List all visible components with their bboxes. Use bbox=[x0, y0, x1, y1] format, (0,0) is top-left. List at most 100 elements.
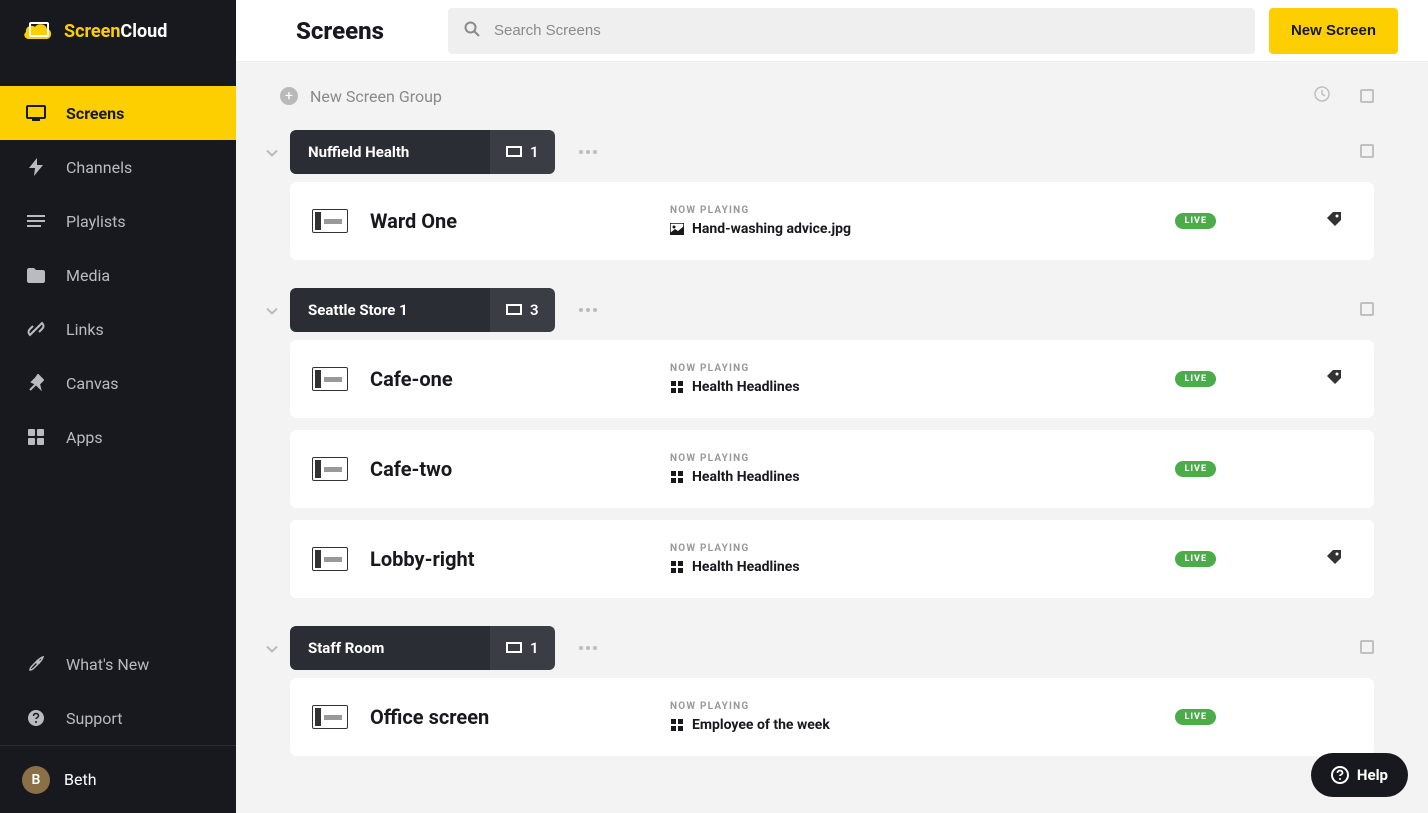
group-name: Seattle Store 1 bbox=[290, 288, 490, 332]
sidebar-item-label: Channels bbox=[66, 158, 132, 177]
sidebar-item-channels[interactable]: Channels bbox=[0, 140, 236, 194]
chevron-down-icon[interactable] bbox=[266, 301, 278, 320]
clock-icon[interactable] bbox=[1314, 86, 1330, 106]
new-screen-group-button[interactable]: + New Screen Group bbox=[280, 87, 442, 106]
sidebar-item-label: Media bbox=[66, 266, 110, 285]
now-playing: NOW PLAYINGHealth Headlines bbox=[670, 453, 1175, 485]
screen-name: Ward One bbox=[370, 209, 670, 233]
chevron-down-icon[interactable] bbox=[266, 639, 278, 658]
sidebar-item-apps[interactable]: Apps bbox=[0, 410, 236, 464]
now-playing: NOW PLAYINGHealth Headlines bbox=[670, 363, 1175, 395]
group-header-row: Seattle Store 13 bbox=[290, 288, 1374, 332]
sidebar-item-playlists[interactable]: Playlists bbox=[0, 194, 236, 248]
new-group-label: New Screen Group bbox=[310, 87, 442, 106]
screen-group: Seattle Store 13Cafe-oneNOW PLAYINGHealt… bbox=[290, 288, 1374, 598]
now-playing-label: NOW PLAYING bbox=[670, 363, 1175, 374]
new-group-row: + New Screen Group bbox=[290, 86, 1374, 106]
screen-row[interactable]: Ward OneNOW PLAYINGHand-washing advice.j… bbox=[290, 182, 1374, 260]
sidebar-item-label: Apps bbox=[66, 428, 103, 447]
screen-thumbnail bbox=[312, 457, 348, 481]
sidebar-item-label: Canvas bbox=[66, 374, 119, 393]
live-badge: LIVE bbox=[1175, 213, 1216, 229]
content-type-icon bbox=[670, 380, 684, 394]
help-label: Help bbox=[1357, 766, 1388, 784]
screen-row[interactable]: Lobby-rightNOW PLAYING Health HeadlinesLI… bbox=[290, 520, 1374, 598]
screen-row[interactable]: Office screenNOW PLAYING Employee of the … bbox=[290, 678, 1374, 756]
now-playing-value: Employee of the week bbox=[670, 717, 1175, 733]
screen-row[interactable]: Cafe-oneNOW PLAYINGHealth HeadlinesLIVE bbox=[290, 340, 1374, 418]
group-more-button[interactable] bbox=[579, 150, 597, 154]
sidebar-item-screens[interactable]: Screens bbox=[0, 86, 236, 140]
question-icon bbox=[25, 709, 47, 727]
user-name: Beth bbox=[64, 770, 97, 789]
now-playing-label: NOW PLAYING bbox=[670, 205, 1175, 216]
link-icon bbox=[25, 320, 47, 338]
screen-name: Cafe-one bbox=[370, 367, 670, 391]
screen-thumbnail bbox=[312, 547, 348, 571]
live-badge: LIVE bbox=[1175, 709, 1216, 725]
now-playing-label: NOW PLAYING bbox=[670, 543, 1175, 554]
pin-icon bbox=[25, 374, 47, 392]
group-select-checkbox[interactable] bbox=[1360, 143, 1374, 162]
main: Screens New Screen + New Screen Group Nu… bbox=[236, 0, 1428, 813]
group-more-button[interactable] bbox=[579, 646, 597, 650]
sidebar-item-media[interactable]: Media bbox=[0, 248, 236, 302]
sidebar-item-support[interactable]: Support bbox=[0, 691, 236, 745]
group-select-checkbox[interactable] bbox=[1360, 639, 1374, 658]
content-type-icon bbox=[670, 560, 684, 574]
group-screen-count: 3 bbox=[490, 288, 555, 332]
select-all-checkbox[interactable] bbox=[1360, 89, 1374, 103]
chevron-down-icon[interactable] bbox=[266, 143, 278, 162]
group-name: Nuffield Health bbox=[290, 130, 490, 174]
plus-icon: + bbox=[280, 87, 298, 105]
sidebar-item-what-s-new[interactable]: What's New bbox=[0, 637, 236, 691]
folder-icon bbox=[25, 268, 47, 283]
user-menu[interactable]: B Beth bbox=[0, 745, 236, 813]
content-type-icon bbox=[670, 470, 684, 484]
group-header-row: Nuffield Health1 bbox=[290, 130, 1374, 174]
screen-thumbnail bbox=[312, 209, 348, 233]
screen-icon bbox=[25, 105, 47, 121]
live-badge: LIVE bbox=[1175, 461, 1216, 477]
content-type-icon bbox=[670, 222, 684, 236]
now-playing: NOW PLAYING Health Headlines bbox=[670, 543, 1175, 575]
group-header[interactable]: Nuffield Health1 bbox=[290, 130, 555, 174]
live-badge: LIVE bbox=[1175, 551, 1216, 567]
search-input[interactable] bbox=[448, 8, 1255, 54]
list-header-icons bbox=[1314, 86, 1374, 106]
now-playing: NOW PLAYING Employee of the week bbox=[670, 701, 1175, 733]
tag-icon[interactable] bbox=[1326, 211, 1344, 231]
bolt-icon bbox=[25, 158, 47, 176]
screen-row[interactable]: Cafe-twoNOW PLAYINGHealth HeadlinesLIVE bbox=[290, 430, 1374, 508]
apps-icon bbox=[25, 429, 47, 445]
group-header[interactable]: Staff Room1 bbox=[290, 626, 555, 670]
screen-name: Office screen bbox=[370, 705, 670, 729]
group-screen-count: 1 bbox=[490, 130, 555, 174]
tag-icon[interactable] bbox=[1326, 369, 1344, 389]
help-button[interactable]: Help bbox=[1311, 753, 1408, 797]
new-screen-button[interactable]: New Screen bbox=[1269, 8, 1398, 54]
now-playing-value: Health Headlines bbox=[670, 559, 1175, 575]
sidebar-item-label: What's New bbox=[66, 655, 149, 674]
nav: Screens Channels Playlists Media Links Canvas… bbox=[0, 62, 236, 637]
list-icon bbox=[25, 214, 47, 228]
group-more-button[interactable] bbox=[579, 308, 597, 312]
sidebar-item-links[interactable]: Links bbox=[0, 302, 236, 356]
now-playing: NOW PLAYINGHand-washing advice.jpg bbox=[670, 205, 1175, 237]
screen-thumbnail bbox=[312, 705, 348, 729]
now-playing-label: NOW PLAYING bbox=[670, 701, 1175, 712]
logo[interactable]: ScreenCloud bbox=[0, 0, 236, 62]
screen-thumbnail bbox=[312, 367, 348, 391]
screen-name: Cafe-two bbox=[370, 457, 670, 481]
sidebar-item-canvas[interactable]: Canvas bbox=[0, 356, 236, 410]
tag-icon[interactable] bbox=[1326, 549, 1344, 569]
screen-name: Lobby-right bbox=[370, 547, 670, 571]
search-icon bbox=[464, 21, 480, 41]
search-wrap bbox=[448, 8, 1255, 54]
topbar: Screens New Screen bbox=[236, 0, 1428, 62]
group-header[interactable]: Seattle Store 13 bbox=[290, 288, 555, 332]
rocket-icon bbox=[25, 655, 47, 673]
logo-icon bbox=[22, 21, 54, 41]
group-select-checkbox[interactable] bbox=[1360, 301, 1374, 320]
content: + New Screen Group Nuffield Health1 Ward … bbox=[236, 62, 1428, 813]
